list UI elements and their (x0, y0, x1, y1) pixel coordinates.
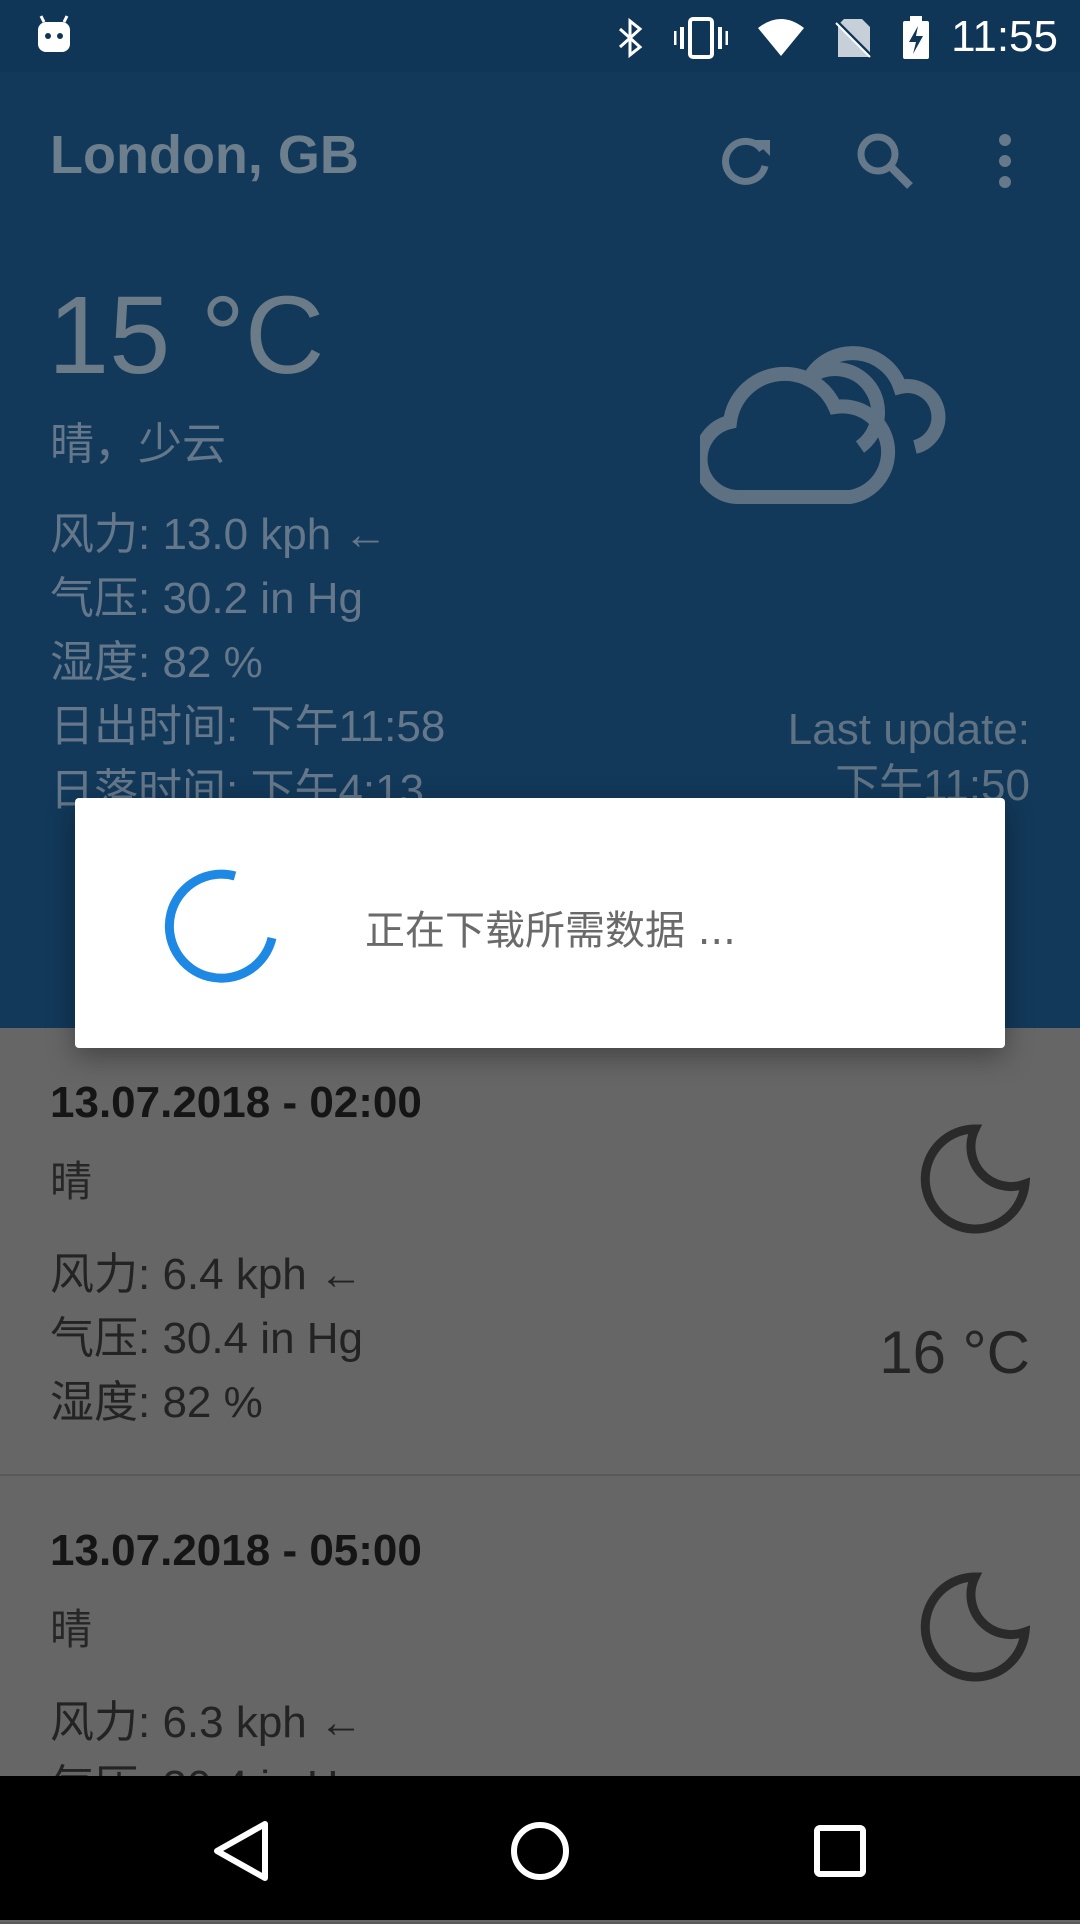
refresh-button[interactable] (710, 126, 780, 196)
home-button[interactable] (495, 1806, 585, 1896)
forecast-description: 晴 (50, 1605, 93, 1654)
moon-icon (920, 1124, 1031, 1238)
wifi-icon (756, 18, 806, 62)
app-bar: London, GB (0, 72, 1080, 242)
moon-icon (920, 1572, 1031, 1686)
page-title: London, GB (50, 125, 359, 185)
forecast-wind: 风力: 6.3 kph ← (50, 1698, 364, 1747)
forecast-description: 晴 (50, 1157, 93, 1206)
forecast-card[interactable]: 13.07.2018 - 02:00 晴 风力: 6.4 kph ← 气压: 3… (0, 1028, 1080, 1476)
android-icon (36, 14, 72, 58)
current-wind: 风力: 13.0 kph ← (50, 510, 388, 559)
forecast-datetime: 13.07.2018 - 05:00 (50, 1526, 422, 1575)
current-pressure: 气压: 30.2 in Hg (50, 574, 364, 623)
forecast-pressure: 气压: 30.4 in Hg (50, 1314, 364, 1363)
navigation-bar (0, 1776, 1080, 1920)
status-bar: 11:55 (0, 0, 1080, 72)
vibrate-icon (673, 17, 729, 63)
current-sunrise: 日出时间: 下午11:58 (50, 702, 446, 751)
refresh-icon (710, 137, 780, 200)
current-description: 晴，少云 (50, 419, 226, 470)
back-icon (195, 1821, 285, 1900)
battery-charging-icon (902, 16, 930, 64)
more-vert-icon (980, 134, 1030, 200)
current-temperature: 15 °C (48, 274, 325, 397)
recents-icon (795, 1825, 885, 1900)
no-sim-icon (834, 17, 874, 63)
cloud-icon (693, 327, 960, 511)
forecast-temperature: 16 °C (879, 1319, 1030, 1386)
forecast-humidity: 湿度: 82 % (50, 1378, 263, 1427)
last-update-label: Last update: (787, 705, 1030, 754)
progress-spinner (155, 858, 285, 992)
status-time: 11:55 (951, 12, 1058, 61)
back-button[interactable] (195, 1806, 285, 1896)
search-button[interactable] (850, 126, 920, 196)
current-humidity: 湿度: 82 % (50, 638, 263, 687)
search-icon (850, 133, 920, 200)
recents-button[interactable] (795, 1806, 885, 1896)
bluetooth-icon (616, 17, 646, 63)
loading-message: 正在下载所需数据 ... (365, 908, 736, 954)
home-icon (495, 1822, 585, 1900)
forecast-datetime: 13.07.2018 - 02:00 (50, 1078, 422, 1127)
more-options-button[interactable] (980, 126, 1030, 196)
loading-dialog: 正在下载所需数据 ... (75, 798, 1005, 1048)
forecast-wind: 风力: 6.4 kph ← (50, 1250, 364, 1299)
